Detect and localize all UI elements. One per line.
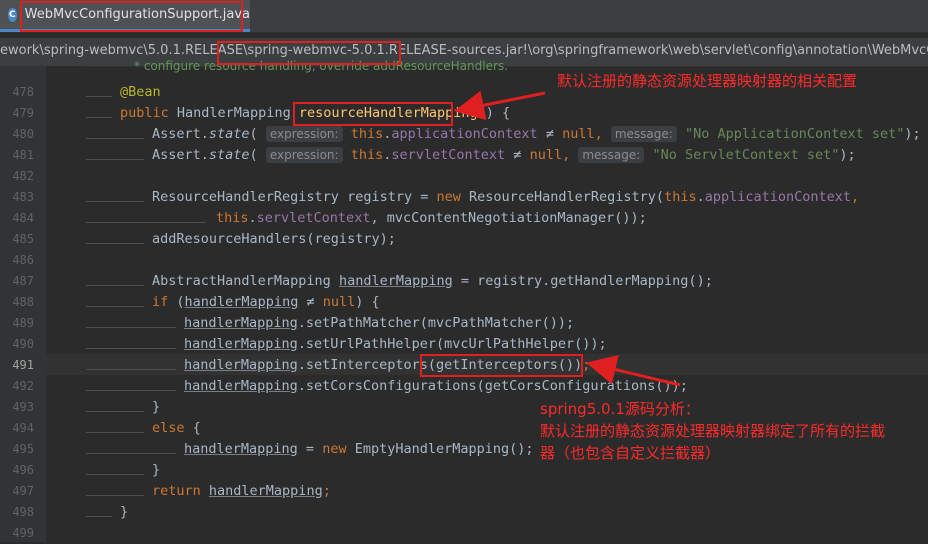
- annotation-note-2-line2: 默认注册的静态资源处理器映射器绑定了所有的拦截: [540, 422, 886, 440]
- annotation-note-1: 默认注册的静态资源处理器映射器的相关配置: [557, 72, 858, 90]
- arrow-to-method-name: [454, 90, 546, 121]
- arrow-to-get-interceptors: [586, 354, 681, 387]
- annotation-note-2-line1: spring5.0.1源码分析：: [540, 400, 700, 418]
- annotation-note-2-line3: 器（也包含自定义拦截器）: [540, 444, 721, 462]
